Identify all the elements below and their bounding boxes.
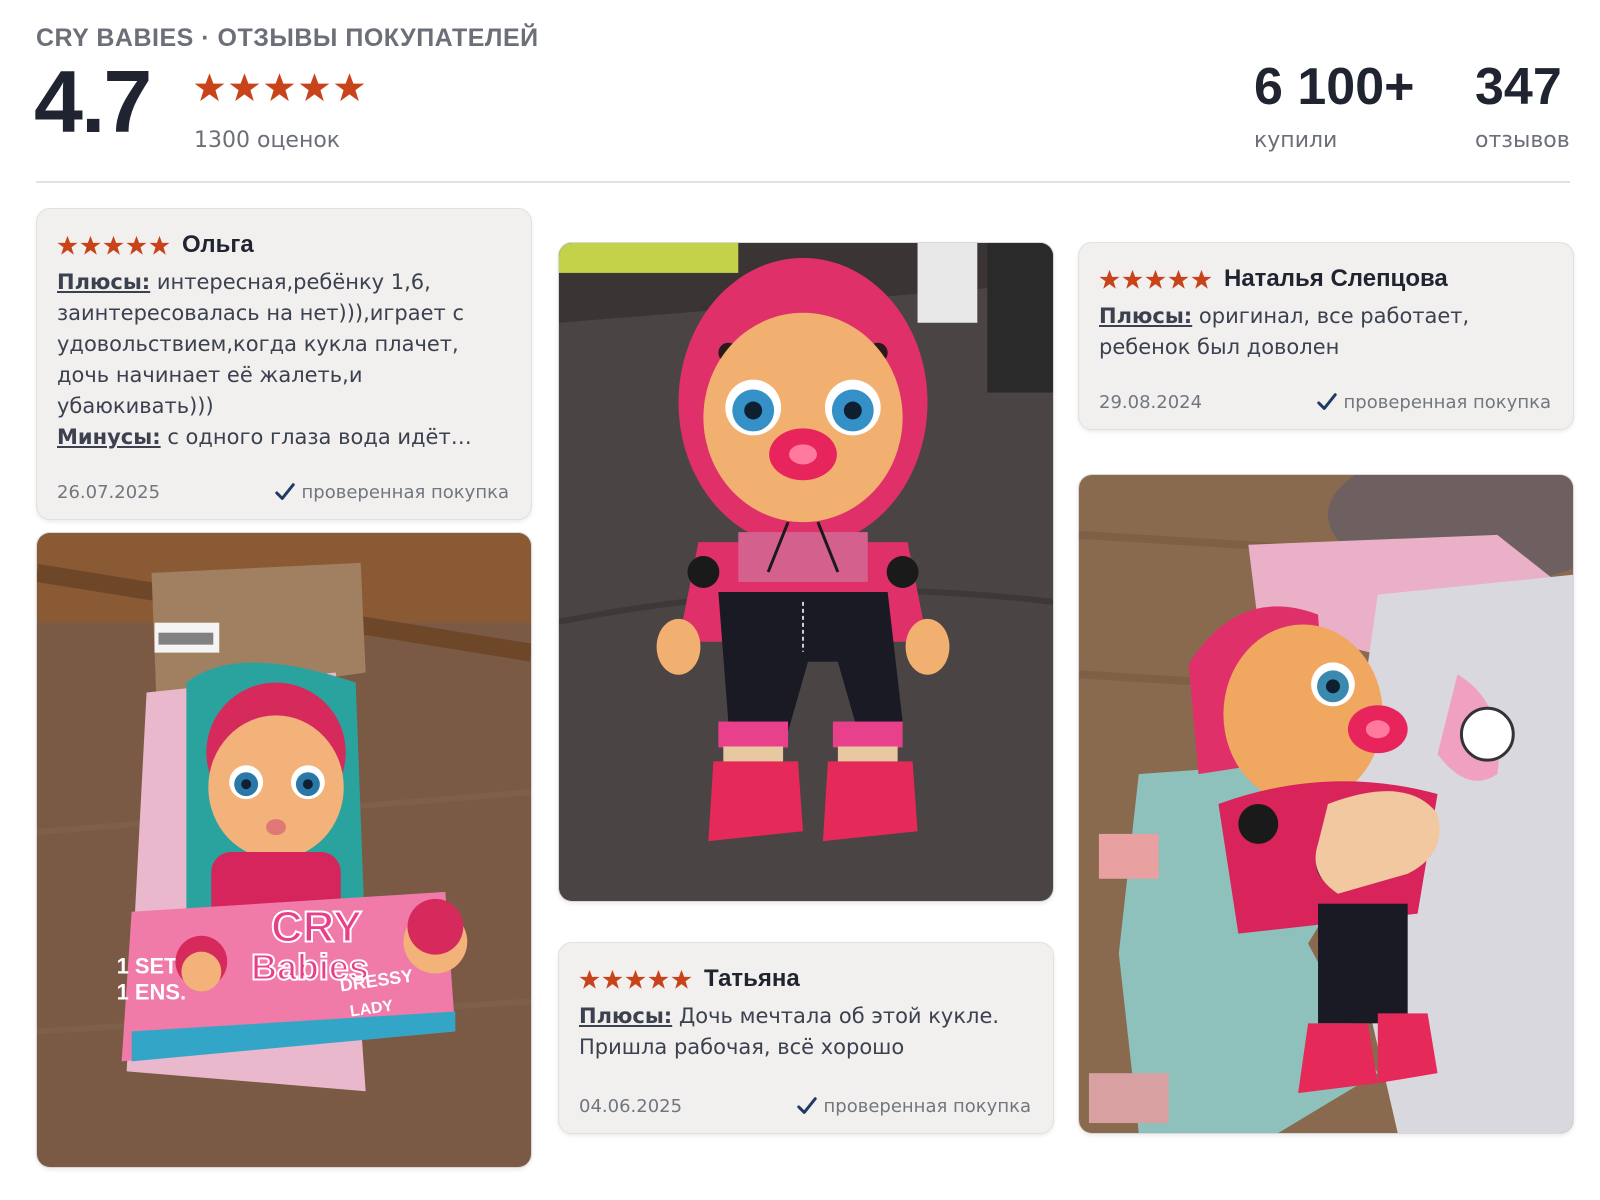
review-date: 26.07.2025 [57, 482, 161, 503]
review-stars [1099, 269, 1212, 290]
review-date: 04.06.2025 [579, 1096, 683, 1117]
pros-label: Плюсы: [579, 1004, 673, 1028]
bought-label: купили [1254, 127, 1338, 153]
star-icon [1191, 269, 1212, 289]
review-author: Наталья Слепцова [1224, 265, 1448, 292]
star-icon [579, 969, 600, 989]
star-icon [1168, 269, 1189, 289]
review-stars [57, 235, 170, 256]
box-set-text: 1 ENS. [117, 980, 186, 1005]
box-logo-text: CRY [271, 903, 362, 952]
star-icon [103, 235, 124, 255]
star-icon [194, 73, 225, 102]
verified-label: проверенная покупка [823, 1095, 1031, 1117]
cons-text: с одного глаза вода идёт… [160, 425, 472, 449]
star-icon [264, 73, 295, 102]
checkmark-icon [796, 1097, 817, 1114]
star-icon [1122, 269, 1143, 289]
review-date: 29.08.2024 [1099, 392, 1203, 413]
star-icon [625, 969, 646, 989]
pros-text: оригинал, все работает, [1192, 304, 1470, 328]
rating-stars [194, 72, 365, 103]
star-icon [334, 73, 365, 102]
star-icon [126, 235, 147, 255]
review-card[interactable]: Ольга Плюсы: интересная,ребёнку 1,6, заи… [36, 208, 532, 520]
bought-stat: 6 100+ купили [1254, 58, 1415, 153]
star-icon [80, 235, 101, 255]
reviews-stat: 347 отзывов [1475, 58, 1570, 153]
review-text: Плюсы: интересная,ребёнку 1,6, заинтерес… [57, 267, 513, 453]
child-with-doll-photo [1079, 475, 1573, 1133]
pros-text: дочь начинает её жалеть,и [57, 363, 363, 387]
review-card[interactable]: Татьяна Плюсы: Дочь мечтала об этой кукл… [558, 942, 1054, 1134]
review-photo[interactable] [1078, 474, 1574, 1134]
pros-text: ребенок был доволен [1099, 335, 1340, 359]
rating-count: 1300 оценок [194, 128, 341, 153]
cons-label: Минусы: [57, 425, 161, 449]
verified-badge: проверенная покупка [274, 481, 509, 503]
review-photo[interactable] [558, 242, 1054, 902]
verified-label: проверенная покупка [301, 481, 509, 503]
review-text: Плюсы: Дочь мечтала об этой кукле. Пришл… [579, 1001, 1035, 1063]
star-icon [229, 73, 260, 102]
star-icon [1145, 269, 1166, 289]
review-author: Ольга [182, 231, 254, 258]
average-rating: 4.7 [34, 52, 152, 151]
star-icon [1099, 269, 1120, 289]
pros-text: удовольствием,когда кукла плачет, [57, 332, 459, 356]
star-icon [149, 235, 170, 255]
review-header: Наталья Слепцова [1099, 265, 1448, 293]
verified-label: проверенная покупка [1343, 391, 1551, 413]
pros-label: Плюсы: [1099, 304, 1193, 328]
header-divider [36, 181, 1570, 183]
pros-text: Дочь мечтала об этой кукле. [672, 1004, 1000, 1028]
star-icon [602, 969, 623, 989]
box-set-text: 1 SET [117, 954, 178, 979]
pros-text: Пришла рабочая, всё хорошо [579, 1035, 905, 1059]
pros-text: заинтересовалась на нет))),играет с [57, 301, 465, 325]
pros-text: интересная,ребёнку 1,6, [150, 270, 431, 294]
star-icon [671, 969, 692, 989]
verified-badge: проверенная покупка [796, 1095, 1031, 1117]
doll-sitting-photo [559, 243, 1053, 901]
pros-text: убаюкивать))) [57, 394, 214, 418]
star-icon [57, 235, 78, 255]
star-icon [299, 73, 330, 102]
review-photo[interactable]: CRY Babies DRESSY LADY 1 SET 1 ENS. [36, 532, 532, 1168]
checkmark-icon [274, 483, 295, 500]
page-title: CRY BABIES · ОТЗЫВЫ ПОКУПАТЕЛЕЙ [36, 24, 539, 52]
review-card[interactable]: Наталья Слепцова Плюсы: оригинал, все ра… [1078, 242, 1574, 430]
verified-badge: проверенная покупка [1316, 391, 1551, 413]
bought-count: 6 100+ [1254, 58, 1415, 116]
review-author: Татьяна [704, 965, 800, 992]
star-icon [648, 969, 669, 989]
review-header: Татьяна [579, 965, 800, 993]
review-stars [579, 969, 692, 990]
reviews-label: отзывов [1475, 127, 1570, 153]
doll-box-photo: CRY Babies DRESSY LADY 1 SET 1 ENS. [37, 533, 531, 1167]
pros-label: Плюсы: [57, 270, 151, 294]
review-header: Ольга [57, 231, 254, 259]
reviews-count: 347 [1475, 58, 1562, 116]
checkmark-icon [1316, 393, 1337, 410]
review-text: Плюсы: оригинал, все работает, ребенок б… [1099, 301, 1555, 363]
